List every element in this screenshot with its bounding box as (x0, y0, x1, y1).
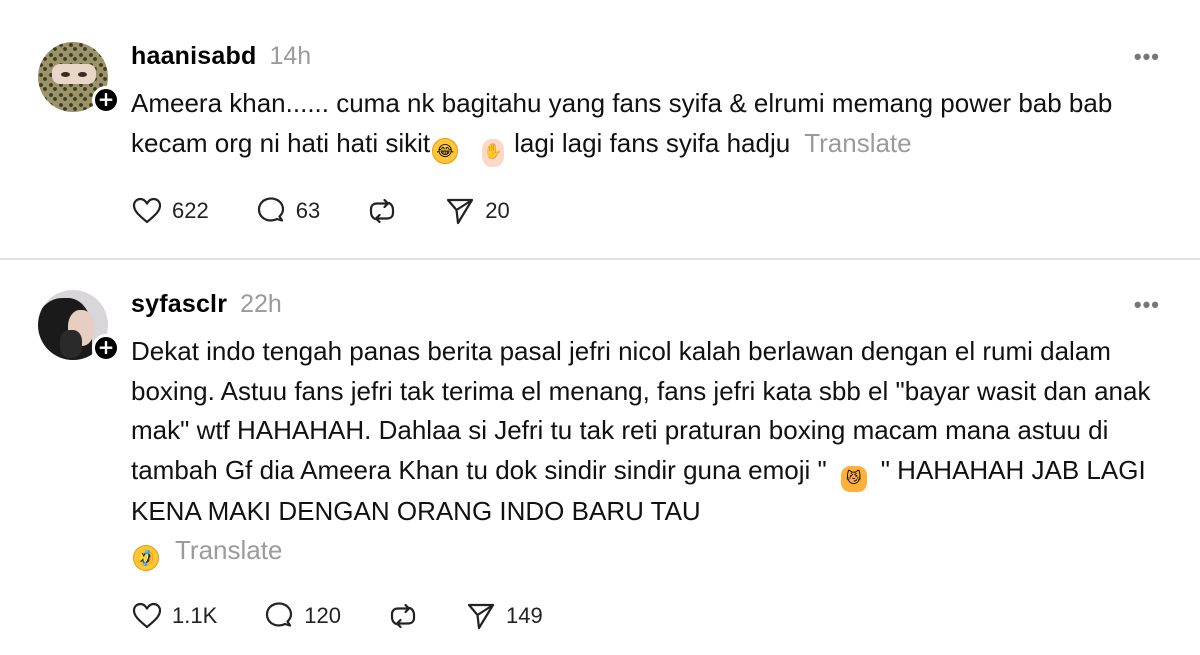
comment-icon (266, 602, 293, 627)
post-header: haanisabd 14h (131, 42, 311, 71)
post-time[interactable]: 22h (240, 290, 282, 319)
comment-icon (257, 197, 284, 222)
reply-count: 63 (295, 198, 321, 223)
more-options-icon[interactable]: ••• (1134, 292, 1160, 318)
post-text-part: lagi lagi fans syifa hadju (514, 127, 791, 158)
thread-feed: + haanisabd 14h ••• Ameera khan...... cu… (0, 0, 1200, 655)
repost-icon (390, 603, 416, 629)
reply-count: 120 (304, 603, 341, 628)
post-text: Ameera khan...... cuma nk bagitahu yang … (131, 84, 1171, 167)
laughing-emoji-icon: 😂 (432, 137, 459, 164)
avatar-hand (60, 330, 82, 358)
post: + syfasclr 22h ••• Dekat indo tengah pan… (0, 260, 1200, 655)
repost-button[interactable] (366, 195, 398, 227)
like-button[interactable]: 622 (131, 195, 209, 227)
raised-hand-emoji-icon: ✋ (482, 138, 505, 167)
post-text: Dekat indo tengah panas berita pasal jef… (128, 332, 1171, 576)
follow-button[interactable]: + (92, 86, 120, 114)
post-header: syfasclr 22h (131, 290, 282, 319)
avatar-eye (78, 72, 87, 77)
share-count: 20 (485, 198, 510, 223)
translate-link[interactable]: Translate (175, 535, 282, 565)
repost-icon (370, 198, 395, 224)
post-actions: 1.1K 120 149 (131, 600, 589, 632)
send-icon (447, 198, 474, 225)
like-count: 622 (172, 198, 209, 223)
post-time[interactable]: 14h (269, 42, 311, 71)
repost-button[interactable] (387, 600, 419, 632)
rofl-emoji-icon: 🤣 (128, 540, 164, 576)
post-actions: 622 63 20 (131, 195, 556, 227)
like-button[interactable]: 1.1K (131, 600, 217, 632)
more-options-icon[interactable]: ••• (1134, 44, 1160, 70)
username[interactable]: haanisabd (131, 42, 256, 71)
avatar-container[interactable]: + (38, 290, 120, 362)
share-count: 149 (505, 603, 543, 628)
share-button[interactable]: 20 (444, 195, 510, 227)
share-button[interactable]: 149 (465, 600, 543, 632)
heart-icon (132, 602, 162, 629)
translate-link[interactable]: Translate (804, 128, 911, 158)
like-count: 1.1K (172, 603, 218, 628)
send-icon (467, 603, 495, 630)
username[interactable]: syfasclr (131, 290, 227, 319)
heart-icon (132, 197, 162, 224)
cat-emoji-icon: 😼 (840, 465, 867, 492)
reply-button[interactable]: 120 (263, 600, 341, 632)
follow-button[interactable]: + (92, 334, 120, 362)
avatar-container[interactable]: + (38, 42, 120, 114)
avatar-eye (61, 72, 70, 77)
reply-button[interactable]: 63 (255, 195, 320, 227)
post: + haanisabd 14h ••• Ameera khan...... cu… (0, 0, 1200, 258)
avatar-face (52, 64, 96, 84)
